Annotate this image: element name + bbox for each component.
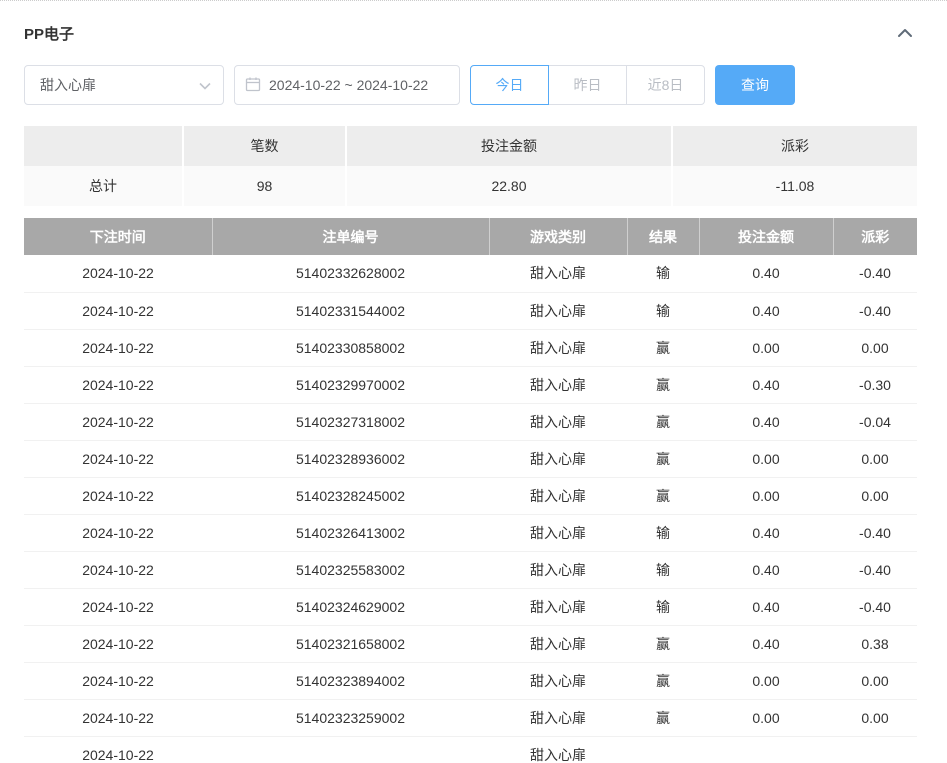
table-row: 2024-10-2251402332628002甜入心扉输0.40-0.40 (24, 255, 917, 292)
chevron-down-icon (199, 77, 211, 93)
table-row: 2024-10-2251402328936002甜入心扉赢0.000.00 (24, 440, 917, 477)
game-select-value: 甜入心扉 (40, 75, 96, 95)
range-button-yesterday[interactable]: 昨日 (548, 65, 627, 105)
summary-header-count: 笔数 (184, 126, 347, 166)
table-row: 2024-10-2251402329970002甜入心扉赢0.40-0.30 (24, 366, 917, 403)
summary-header-payout: 派彩 (673, 126, 917, 166)
summary-total-bet-amount: 22.80 (347, 166, 673, 206)
filter-bar: 甜入心扉 2024-10-22 ~ 2024-10-22 今日 昨日 近8日 查… (24, 65, 917, 105)
header-bet-amount: 投注金额 (699, 218, 833, 255)
page-title: PP电子 (24, 23, 74, 44)
date-range-value: 2024-10-22 ~ 2024-10-22 (269, 77, 428, 93)
header-game-category: 游戏类别 (489, 218, 627, 255)
collapse-panel-button[interactable] (893, 22, 917, 45)
table-row: 2024-10-2251402330858002甜入心扉赢0.000.00 (24, 329, 917, 366)
bet-records-table: 下注时间 注单编号 游戏类别 结果 投注金额 派彩 2024-10-225140… (24, 218, 917, 763)
summary-header-empty (24, 126, 184, 166)
table-row: 2024-10-2251402327318002甜入心扉赢0.40-0.04 (24, 403, 917, 440)
records-panel: PP电子 甜入心扉 2024-10-22 ~ 2024-10-22 (0, 0, 947, 763)
panel-header: PP电子 (24, 17, 917, 49)
table-row: 2024-10-2251402325583002甜入心扉输0.40-0.40 (24, 551, 917, 588)
calendar-icon (245, 76, 261, 95)
summary-header-row: 笔数 投注金额 派彩 (24, 126, 917, 166)
range-button-last8days[interactable]: 近8日 (626, 65, 705, 105)
header-bet-time: 下注时间 (24, 218, 212, 255)
summary-total-label: 总计 (24, 166, 184, 206)
table-row: 2024-10-2251402324629002甜入心扉输0.40-0.40 (24, 588, 917, 625)
table-row: 2024-10-2251402328245002甜入心扉赢0.000.00 (24, 477, 917, 514)
table-row: 2024-10-2251402323894002甜入心扉赢0.000.00 (24, 662, 917, 699)
summary-header-bet-amount: 投注金额 (347, 126, 673, 166)
query-button[interactable]: 查询 (715, 65, 795, 105)
table-header-row: 下注时间 注单编号 游戏类别 结果 投注金额 派彩 (24, 218, 917, 255)
summary-table: 笔数 投注金额 派彩 总计 98 22.80 -11.08 (24, 126, 917, 206)
header-payout: 派彩 (833, 218, 917, 255)
range-button-today[interactable]: 今日 (470, 65, 549, 105)
table-row: 2024-10-22甜入心扉 (24, 736, 917, 763)
table-row: 2024-10-2251402323259002甜入心扉赢0.000.00 (24, 699, 917, 736)
game-select[interactable]: 甜入心扉 (24, 65, 224, 105)
header-result: 结果 (627, 218, 699, 255)
summary-total-payout: -11.08 (673, 166, 917, 206)
bet-table-body: 2024-10-2251402332628002甜入心扉输0.40-0.4020… (24, 255, 917, 763)
header-order-number: 注单编号 (212, 218, 489, 255)
quick-range-group: 今日 昨日 近8日 (470, 65, 705, 105)
table-row: 2024-10-2251402331544002甜入心扉输0.40-0.40 (24, 292, 917, 329)
summary-total-count: 98 (184, 166, 347, 206)
table-row: 2024-10-2251402326413002甜入心扉输0.40-0.40 (24, 514, 917, 551)
summary-total-row: 总计 98 22.80 -11.08 (24, 166, 917, 206)
table-row: 2024-10-2251402321658002甜入心扉赢0.400.38 (24, 625, 917, 662)
date-range-picker[interactable]: 2024-10-22 ~ 2024-10-22 (234, 65, 460, 105)
chevron-up-icon (897, 26, 913, 41)
